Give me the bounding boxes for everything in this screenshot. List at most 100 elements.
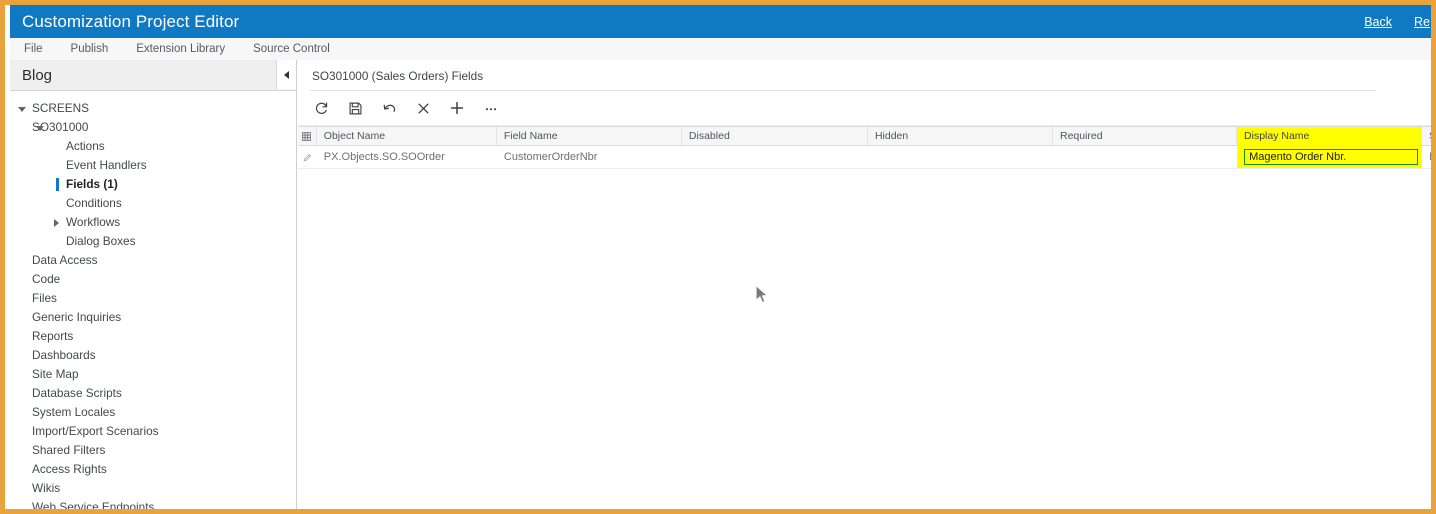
column-field-name-header[interactable]: Field Name: [497, 127, 682, 145]
tree-node-code[interactable]: Code: [10, 270, 296, 289]
undo-icon: [383, 104, 395, 112]
sidebar-header: Blog: [10, 60, 296, 91]
tree-node-site-map[interactable]: Site Map: [10, 365, 296, 384]
column-header-label: Disabled: [688, 130, 730, 142]
title-bar-links: Back Re: [1364, 13, 1431, 31]
tree-node-label: Dashboards: [32, 348, 96, 362]
column-header-label: Display Name: [1244, 130, 1310, 142]
grid-header-row: Object Name Field Name Disabled Hidden Requi…: [298, 126, 1436, 146]
add-button[interactable]: [440, 94, 474, 122]
tree-node-fields[interactable]: Fields (1): [10, 175, 296, 194]
chevron-down-icon[interactable]: [18, 107, 26, 112]
tree-node-generic-inquiries[interactable]: Generic Inquiries: [10, 308, 296, 327]
tree-node-event-handlers[interactable]: Event Handlers: [10, 156, 296, 175]
refresh-link[interactable]: Re: [1414, 15, 1430, 29]
tree-node-import-export-scenarios[interactable]: Import/Export Scenarios: [10, 422, 296, 441]
tree-node-reports[interactable]: Reports: [10, 327, 296, 346]
tree-node-data-access[interactable]: Data Access: [10, 251, 296, 270]
main-panel: SO301000 (Sales Orders) Fields Object Na…: [298, 60, 1436, 509]
tree-node-label: Import/Export Scenarios: [32, 424, 159, 438]
grid-toolbar: [298, 91, 1431, 126]
column-header-label: Field Name: [503, 130, 558, 142]
app-window-inner: Customization Project Editor Back Re Fil…: [10, 5, 1436, 514]
refresh-icon: [315, 102, 327, 114]
project-name: Blog: [22, 66, 53, 84]
fields-grid: Object Name Field Name Disabled Hidden Requi…: [298, 126, 1436, 169]
column-header-label: Hidden: [874, 130, 909, 142]
tree-node-label: Database Scripts: [32, 386, 122, 400]
cell-text: N: [1429, 151, 1431, 163]
refresh-button[interactable]: [304, 94, 338, 122]
tree-node-database-scripts[interactable]: Database Scripts: [10, 384, 296, 403]
back-link[interactable]: Back: [1364, 15, 1392, 29]
tree-node-files[interactable]: Files: [10, 289, 296, 308]
tree-node-label: Data Access: [32, 253, 98, 267]
cell-text: PX.Objects.SO.SOOrder: [323, 151, 445, 163]
column-clipped-next-header[interactable]: S: [1422, 127, 1436, 145]
column-field-name-cell: CustomerOrderNbr: [497, 146, 682, 168]
column-clipped-next-cell: N: [1422, 146, 1431, 168]
table-row[interactable]: PX.Objects.SO.SOOrder CustomerOrderNbr N: [298, 146, 1431, 169]
tree-node-workflows[interactable]: Workflows: [10, 213, 296, 232]
tree-node-label: Actions: [66, 139, 105, 153]
column-required-cell: [1053, 146, 1237, 168]
app-window: Customization Project Editor Back Re Fil…: [0, 0, 1436, 514]
tree-node-so301000[interactable]: SO301000: [10, 118, 296, 137]
tree-node-label: Reports: [32, 329, 74, 343]
title-bar: Customization Project Editor Back Re: [10, 5, 1431, 38]
menu-file[interactable]: File: [10, 39, 57, 60]
tree-node-dialog-boxes[interactable]: Dialog Boxes: [10, 232, 296, 251]
column-row-selector-header[interactable]: [298, 127, 317, 145]
tree-node-label: Generic Inquiries: [32, 310, 122, 324]
cell-text: CustomerOrderNbr: [503, 151, 598, 163]
column-disabled-header[interactable]: Disabled: [682, 127, 868, 145]
content-header: SO301000 (Sales Orders) Fields: [298, 60, 1431, 91]
tree-node-label: Wikis: [32, 481, 61, 495]
column-header-label: S: [1429, 130, 1436, 142]
tree-node-label: System Locales: [32, 405, 116, 419]
delete-button[interactable]: [406, 94, 440, 122]
tree-node-system-locales[interactable]: System Locales: [10, 403, 296, 422]
content-title: SO301000 (Sales Orders) Fields: [312, 68, 484, 83]
tree-node-label: Fields (1): [66, 177, 118, 191]
tree-node-label: SCREENS: [32, 101, 90, 115]
menu-source-control[interactable]: Source Control: [239, 39, 344, 60]
tree-node-label: Access Rights: [32, 462, 107, 476]
display-name-input[interactable]: [1244, 149, 1419, 165]
ellipsis-icon: [485, 108, 497, 111]
save-icon: [349, 102, 361, 114]
selected-indicator: [56, 178, 59, 191]
undo-button[interactable]: [372, 94, 406, 122]
tree-node-screens[interactable]: SCREENS: [10, 99, 296, 118]
column-object-name-cell: PX.Objects.SO.SOOrder: [317, 146, 497, 168]
tree-node-conditions[interactable]: Conditions: [10, 194, 296, 213]
tree-node-wikis[interactable]: Wikis: [10, 479, 296, 498]
tree-node-web-service-endpoints[interactable]: Web Service Endpoints: [10, 498, 296, 514]
menu-extension-library[interactable]: Extension Library: [122, 39, 239, 60]
tree-node-dashboards[interactable]: Dashboards: [10, 346, 296, 365]
column-disabled-cell: [682, 146, 868, 168]
tree-node-label: Conditions: [66, 196, 122, 210]
column-display-name-cell[interactable]: [1237, 146, 1423, 168]
tree-node-label: Web Service Endpoints: [32, 500, 155, 514]
column-required-header[interactable]: Required: [1053, 127, 1238, 145]
tree-node-label: Site Map: [32, 367, 79, 381]
tree-node-access-rights[interactable]: Access Rights: [10, 460, 296, 479]
column-object-name-header[interactable]: Object Name: [317, 127, 497, 145]
pencil-icon[interactable]: [303, 153, 312, 162]
menu-publish[interactable]: Publish: [57, 39, 123, 60]
column-display-name-header[interactable]: Display Name: [1237, 127, 1423, 145]
refresh-link-clip: Re: [1414, 13, 1431, 31]
more-button[interactable]: [474, 94, 508, 122]
chevron-down-icon[interactable]: [36, 126, 44, 131]
sidebar-collapse-button[interactable]: [276, 60, 296, 89]
chevron-right-icon[interactable]: [54, 219, 59, 227]
column-hidden-header[interactable]: Hidden: [868, 127, 1053, 145]
tree-node-actions[interactable]: Actions: [10, 137, 296, 156]
save-button[interactable]: [338, 94, 372, 122]
column-row-selector-cell: [298, 146, 317, 168]
add-icon: [450, 101, 464, 115]
grid-settings-icon: [302, 131, 312, 141]
tree-node-shared-filters[interactable]: Shared Filters: [10, 441, 296, 460]
tree-node-label: Workflows: [66, 215, 121, 229]
